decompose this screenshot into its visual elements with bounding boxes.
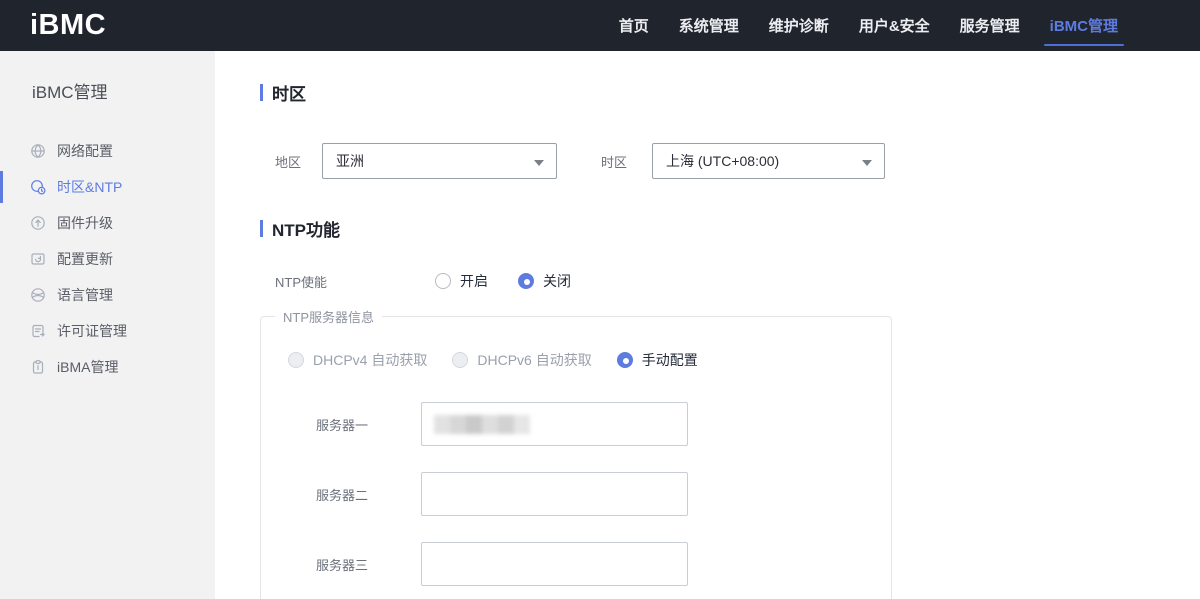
manual-config-radio[interactable]: 手动配置 bbox=[617, 350, 698, 370]
ntp-section-header: NTP功能 bbox=[260, 216, 1200, 241]
server-1-input[interactable] bbox=[421, 402, 688, 446]
sidebar-item-timezone-ntp[interactable]: 时区&NTP bbox=[0, 169, 215, 205]
timezone-clock-icon bbox=[30, 179, 46, 195]
sidebar-item-label: 时区&NTP bbox=[57, 177, 122, 197]
timezone-form-row: 地区 亚洲 时区 上海 (UTC+08:00) bbox=[260, 143, 1200, 179]
sidebar-item-label: iBMA管理 bbox=[57, 357, 118, 377]
radio-label: DHCPv6 自动获取 bbox=[477, 350, 591, 370]
nav-system-management[interactable]: 系统管理 bbox=[679, 0, 739, 51]
sidebar-item-label: 网络配置 bbox=[57, 141, 113, 161]
server-3-row: 服务器三 bbox=[261, 542, 891, 586]
ntp-server-group: NTP服务器信息 DHCPv4 自动获取 DHCPv6 自动获取 手动配置 服务… bbox=[260, 307, 892, 599]
nav-maintenance-diagnosis[interactable]: 维护诊断 bbox=[769, 0, 829, 51]
sidebar-item-label: 配置更新 bbox=[57, 249, 113, 269]
sidebar-item-ibma-management[interactable]: iBMA管理 bbox=[0, 349, 215, 385]
radio-label: 手动配置 bbox=[642, 350, 698, 370]
ntp-section-title: NTP功能 bbox=[272, 216, 340, 241]
server-3-input[interactable] bbox=[421, 542, 688, 586]
region-label: 地区 bbox=[275, 152, 322, 171]
config-update-icon bbox=[30, 251, 46, 267]
radio-checked-icon bbox=[518, 273, 534, 289]
sidebar-item-language-management[interactable]: 语言管理 bbox=[0, 277, 215, 313]
ntp-server-group-legend: NTP服务器信息 bbox=[275, 307, 382, 326]
server-2-input[interactable] bbox=[421, 472, 688, 516]
server-1-label: 服务器一 bbox=[316, 415, 421, 434]
timezone-select-value: 上海 (UTC+08:00) bbox=[666, 151, 779, 171]
server-3-label: 服务器三 bbox=[316, 555, 421, 574]
firmware-upload-icon bbox=[30, 215, 46, 231]
radio-unchecked-icon bbox=[435, 273, 451, 289]
top-bar: iBMC 首页 系统管理 维护诊断 用户&安全 服务管理 iBMC管理 bbox=[0, 0, 1200, 51]
radio-label: 关闭 bbox=[543, 271, 571, 291]
section-accent-bar bbox=[260, 84, 263, 101]
server-2-row: 服务器二 bbox=[261, 472, 891, 516]
ntp-enable-off-radio[interactable]: 关闭 bbox=[518, 271, 571, 291]
timezone-section-title: 时区 bbox=[272, 80, 306, 105]
app-logo: iBMC bbox=[30, 9, 106, 42]
sidebar-menu: 网络配置 时区&NTP 固件升级 配置更新 bbox=[0, 133, 215, 385]
timezone-label: 时区 bbox=[601, 152, 652, 171]
sidebar: iBMC管理 网络配置 时区&NTP 固件升级 bbox=[0, 51, 215, 599]
license-document-icon bbox=[30, 323, 46, 339]
top-navigation: 首页 系统管理 维护诊断 用户&安全 服务管理 iBMC管理 bbox=[619, 0, 1118, 51]
radio-disabled-icon bbox=[452, 352, 468, 368]
sidebar-item-license-management[interactable]: 许可证管理 bbox=[0, 313, 215, 349]
radio-disabled-icon bbox=[288, 352, 304, 368]
ntp-enable-on-radio[interactable]: 开启 bbox=[435, 271, 488, 291]
dhcpv6-auto-radio[interactable]: DHCPv6 自动获取 bbox=[452, 350, 591, 370]
chevron-down-icon bbox=[534, 160, 544, 166]
sidebar-item-label: 固件升级 bbox=[57, 213, 113, 233]
sidebar-item-label: 语言管理 bbox=[57, 285, 113, 305]
ibma-clipboard-icon bbox=[30, 359, 46, 375]
nav-home[interactable]: 首页 bbox=[619, 0, 649, 51]
timezone-select[interactable]: 上海 (UTC+08:00) bbox=[652, 143, 885, 179]
ntp-enable-row: NTP使能 开启 关闭 bbox=[260, 271, 1200, 291]
nav-service-management[interactable]: 服务管理 bbox=[960, 0, 1020, 51]
region-select[interactable]: 亚洲 bbox=[322, 143, 557, 179]
ntp-enable-label: NTP使能 bbox=[275, 272, 435, 291]
radio-label: 开启 bbox=[460, 271, 488, 291]
language-globe-icon bbox=[30, 287, 46, 303]
nav-ibmc-management[interactable]: iBMC管理 bbox=[1050, 0, 1118, 51]
timezone-section-header: 时区 bbox=[260, 80, 1200, 105]
sidebar-title: iBMC管理 bbox=[0, 51, 215, 103]
radio-label: DHCPv4 自动获取 bbox=[313, 350, 427, 370]
radio-checked-icon bbox=[617, 352, 633, 368]
server-1-row: 服务器一 bbox=[261, 402, 891, 446]
main-content: 时区 地区 亚洲 时区 上海 (UTC+08:00) NTP功能 NTP使能 开… bbox=[215, 51, 1200, 599]
redacted-value bbox=[434, 415, 530, 434]
chevron-down-icon bbox=[862, 160, 872, 166]
ntp-mode-row: DHCPv4 自动获取 DHCPv6 自动获取 手动配置 bbox=[261, 350, 891, 370]
sidebar-item-firmware-upgrade[interactable]: 固件升级 bbox=[0, 205, 215, 241]
sidebar-item-config-update[interactable]: 配置更新 bbox=[0, 241, 215, 277]
region-select-value: 亚洲 bbox=[336, 151, 364, 171]
sidebar-item-network-config[interactable]: 网络配置 bbox=[0, 133, 215, 169]
dhcpv4-auto-radio[interactable]: DHCPv4 自动获取 bbox=[288, 350, 427, 370]
server-2-label: 服务器二 bbox=[316, 485, 421, 504]
nav-user-security[interactable]: 用户&安全 bbox=[859, 0, 930, 51]
section-accent-bar bbox=[260, 220, 263, 237]
network-globe-icon bbox=[30, 143, 46, 159]
sidebar-item-label: 许可证管理 bbox=[57, 321, 127, 341]
